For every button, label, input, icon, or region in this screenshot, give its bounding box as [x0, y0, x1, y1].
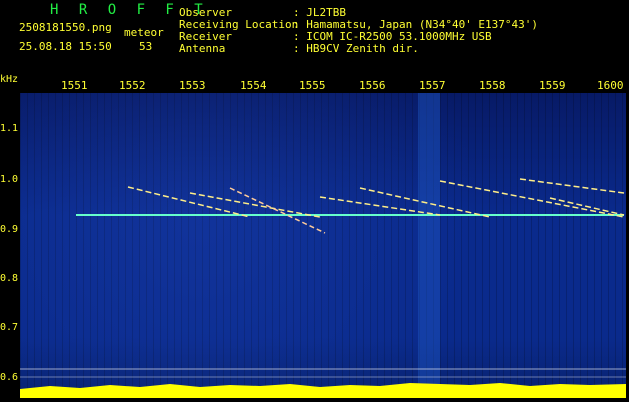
- meteor-trail: [189, 192, 321, 218]
- x-tick-label: 1555: [299, 79, 326, 92]
- spectrogram-panel: [20, 93, 626, 398]
- y-tick-label: 1.0: [0, 174, 19, 185]
- meteor-trail: [519, 178, 625, 194]
- antenna-value: : HB9CV Zenith dir.: [293, 42, 419, 55]
- y-tick-label: 1.1: [0, 123, 19, 134]
- x-tick-label: 1556: [359, 79, 386, 92]
- y-axis-unit: kHz: [0, 74, 19, 85]
- meteor-label: meteor: [124, 26, 164, 39]
- x-tick-label: 1559: [539, 79, 566, 92]
- spectrogram-svg: [20, 93, 626, 398]
- x-tick-label: 1553: [179, 79, 206, 92]
- interference-band: [418, 93, 440, 398]
- meteor-trail: [549, 197, 625, 216]
- y-tick-label: 0.8: [0, 273, 19, 284]
- meteor-trail: [127, 186, 251, 218]
- y-tick-label: 0.6: [0, 372, 19, 383]
- x-tick-label: 1557: [419, 79, 446, 92]
- signal-strength-bar: [20, 383, 626, 398]
- y-axis: 1.1 1.0 0.9 0.8 0.7 0.6: [0, 93, 20, 398]
- meteor-trail: [229, 187, 326, 234]
- meteor-count: 53: [139, 40, 153, 53]
- antenna-label: Antenna: [179, 42, 226, 55]
- x-tick-label: 1558: [479, 79, 506, 92]
- file-name: 2508181550.png: [19, 21, 112, 34]
- x-tick-label: 1551: [61, 79, 88, 92]
- x-tick-label: 1600: [597, 79, 624, 92]
- y-tick-label: 0.7: [0, 322, 19, 333]
- x-tick-label: 1554: [240, 79, 267, 92]
- file-datetime: 25.08.18 15:50: [19, 40, 112, 53]
- y-tick-label: 0.9: [0, 224, 19, 235]
- x-tick-label: 1552: [119, 79, 146, 92]
